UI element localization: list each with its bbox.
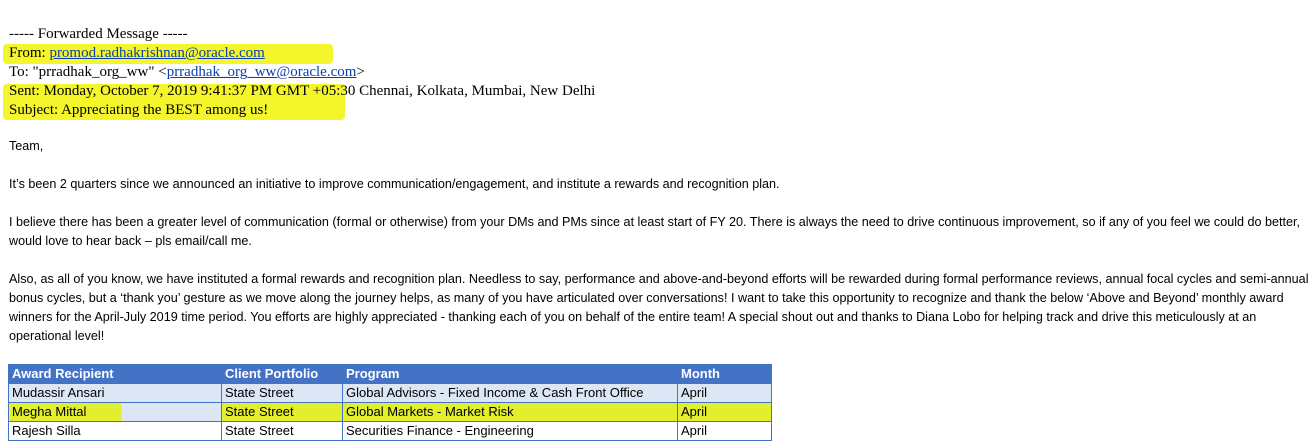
cell-program: Securities Finance - Engineering: [342, 421, 678, 441]
cell-program: Global Advisors - Fixed Income & Cash Fr…: [342, 383, 678, 403]
from-line: From: promod.radhakrishnan@oracle.com: [9, 44, 265, 63]
paragraph-1: It’s been 2 quarters since we announced …: [9, 177, 780, 191]
cell-recipient: Mudassir Ansari: [8, 383, 222, 403]
cell-month: April: [677, 402, 772, 422]
subject-line: Subject: Appreciating the BEST among us!: [9, 102, 269, 118]
to-line: To: "prradhak_org_ww" <prradhak_org_ww@o…: [9, 63, 365, 82]
awards-table: Award Recipient Client Portfolio Program…: [8, 364, 772, 441]
cell-portfolio: State Street: [221, 383, 343, 403]
from-email-link[interactable]: promod.radhakrishnan@oracle.com: [49, 45, 264, 61]
sent-line: Sent: Monday, October 7, 2019 9:41:37 PM…: [9, 83, 596, 99]
from-label: From:: [9, 45, 50, 61]
header-program: Program: [342, 364, 678, 384]
header-award-recipient: Award Recipient: [8, 364, 222, 384]
table-row: Megha Mittal State Street Global Markets…: [8, 402, 772, 422]
cell-recipient: Rajesh Silla: [8, 421, 222, 441]
to-email-link[interactable]: prradhak_org_ww@oracle.com: [167, 64, 357, 80]
cell-portfolio: State Street: [221, 421, 343, 441]
table-header-row: Award Recipient Client Portfolio Program…: [8, 364, 772, 384]
table-row: Mudassir Ansari State Street Global Advi…: [8, 383, 772, 403]
header-client-portfolio: Client Portfolio: [221, 364, 343, 384]
paragraph-2: I believe there has been a greater level…: [9, 215, 1301, 248]
cell-program: Global Markets - Market Risk: [342, 402, 678, 422]
table-row: Rajesh Silla State Street Securities Fin…: [8, 421, 772, 441]
greeting: Team,: [9, 139, 44, 153]
to-suffix: >: [356, 64, 365, 80]
forwarded-message-label: ----- Forwarded Message -----: [9, 26, 188, 42]
paragraph-3: Also, as all of you know, we have instit…: [9, 272, 1309, 343]
to-prefix: To: "prradhak_org_ww" <: [9, 64, 167, 80]
cell-month: April: [677, 421, 772, 441]
cell-month: April: [677, 383, 772, 403]
cell-portfolio: State Street: [221, 402, 343, 422]
header-month: Month: [677, 364, 772, 384]
cell-recipient: Megha Mittal: [8, 402, 222, 422]
